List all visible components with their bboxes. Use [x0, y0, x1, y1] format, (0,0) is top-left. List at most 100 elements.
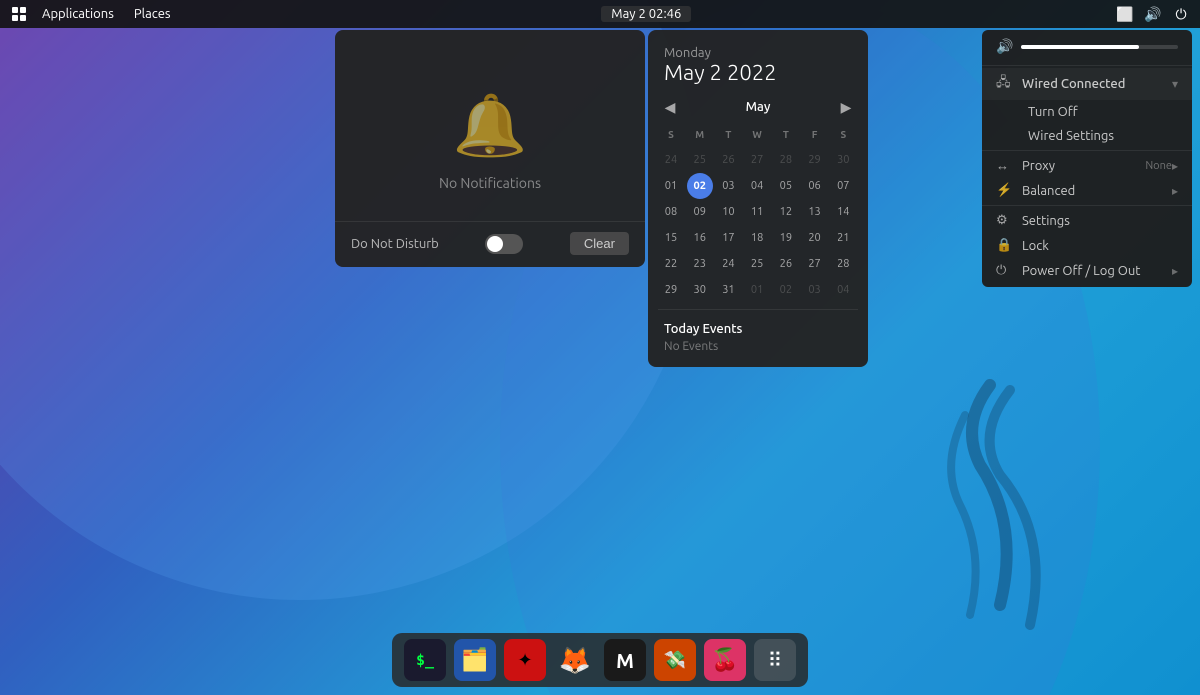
cal-cell[interactable]: 17: [715, 225, 741, 251]
turn-off-label: Turn Off: [1022, 105, 1178, 119]
taskbar-hex-editor[interactable]: ✦: [504, 639, 546, 681]
clock-display[interactable]: May 2 02:46: [601, 6, 691, 22]
cal-cell[interactable]: 04: [744, 173, 770, 199]
settings-item[interactable]: ⚙ Settings: [982, 208, 1192, 233]
cal-header-sat: S: [830, 121, 856, 147]
sys-divider-1: [982, 65, 1192, 66]
cal-cell[interactable]: 28: [773, 147, 799, 173]
cal-cell[interactable]: 27: [802, 251, 828, 277]
activities-button[interactable]: [8, 3, 30, 25]
cal-cell[interactable]: 23: [687, 251, 713, 277]
wired-settings-label: Wired Settings: [1022, 129, 1178, 143]
cal-cell[interactable]: 05: [773, 173, 799, 199]
applications-menu[interactable]: Applications: [34, 5, 122, 23]
proxy-item[interactable]: ↔ Proxy None ▸: [982, 153, 1192, 178]
taskbar-mailspring[interactable]: M: [604, 639, 646, 681]
cal-header-sun: S: [658, 121, 684, 147]
cal-cell[interactable]: 01: [658, 173, 684, 199]
balanced-item[interactable]: ⚡ Balanced ▸: [982, 178, 1192, 203]
balanced-arrow: ▸: [1172, 184, 1178, 198]
cal-cell[interactable]: 24: [658, 147, 684, 173]
cal-cell[interactable]: 20: [802, 225, 828, 251]
firefox-icon: 🦊: [559, 645, 591, 676]
places-menu[interactable]: Places: [126, 5, 179, 23]
power-arrow: ▸: [1172, 264, 1178, 278]
cal-cell[interactable]: 28: [830, 251, 856, 277]
cal-cell[interactable]: 15: [658, 225, 684, 251]
cal-cell-today[interactable]: 02: [687, 173, 713, 199]
cal-cell[interactable]: 27: [744, 147, 770, 173]
taskbar-files[interactable]: 🗂️: [454, 639, 496, 681]
cal-cell[interactable]: 08: [658, 199, 684, 225]
power-off-icon: ⏻: [996, 263, 1016, 278]
cal-week-1: 01 02 03 04 05 06 07: [658, 173, 858, 199]
volume-icon[interactable]: 🔊: [1142, 3, 1164, 25]
cal-cell[interactable]: 26: [773, 251, 799, 277]
cal-cell[interactable]: 25: [687, 147, 713, 173]
budget-icon: 💸: [664, 650, 686, 671]
cal-next-button[interactable]: ▶: [836, 97, 856, 117]
cal-cell[interactable]: 29: [658, 277, 684, 303]
cal-header-thu: T: [773, 121, 799, 147]
dnd-toggle[interactable]: [485, 234, 523, 254]
cal-cell[interactable]: 13: [802, 199, 828, 225]
topbar-right: ⬜ 🔊 ⏻: [1114, 3, 1192, 25]
taskbar-budget[interactable]: 💸: [654, 639, 696, 681]
terminal-label: $_: [416, 651, 434, 669]
taskbar-app-grid[interactable]: ⠿: [754, 639, 796, 681]
clear-button[interactable]: Clear: [570, 232, 629, 255]
cal-cell[interactable]: 25: [744, 251, 770, 277]
cal-header-wed: W: [744, 121, 770, 147]
cal-prev-button[interactable]: ◀: [660, 97, 680, 117]
taskbar-firefox[interactable]: 🦊: [554, 639, 596, 681]
cal-header-tue: T: [715, 121, 741, 147]
power-icon[interactable]: ⏻: [1170, 3, 1192, 25]
cal-cell[interactable]: 06: [802, 173, 828, 199]
cal-cell[interactable]: 02: [773, 277, 799, 303]
cal-cell[interactable]: 10: [715, 199, 741, 225]
cal-header-fri: F: [802, 121, 828, 147]
cal-cell[interactable]: 12: [773, 199, 799, 225]
settings-label: Settings: [1016, 214, 1178, 228]
cal-cell[interactable]: 29: [802, 147, 828, 173]
cal-cell[interactable]: 30: [687, 277, 713, 303]
topbar-left: Applications Places: [8, 3, 179, 25]
cal-cell[interactable]: 21: [830, 225, 856, 251]
sys-divider-2: [982, 150, 1192, 151]
cal-cell[interactable]: 03: [802, 277, 828, 303]
taskbar-cherry[interactable]: 🍒: [704, 639, 746, 681]
notif-footer: Do Not Disturb Clear: [335, 221, 645, 267]
files-icon: 🗂️: [461, 647, 488, 673]
balanced-icon: ⚡: [996, 183, 1016, 198]
power-item[interactable]: ⏻ Power Off / Log Out ▸: [982, 258, 1192, 283]
cal-cell[interactable]: 07: [830, 173, 856, 199]
turn-off-item[interactable]: Turn Off: [982, 100, 1192, 124]
wired-connected-item[interactable]: 🖧 Wired Connected ▾: [982, 68, 1192, 100]
cal-cell[interactable]: 24: [715, 251, 741, 277]
cal-cell[interactable]: 30: [830, 147, 856, 173]
cal-cell[interactable]: 31: [715, 277, 741, 303]
mail-icon: M: [616, 649, 634, 672]
wired-settings-item[interactable]: Wired Settings: [982, 124, 1192, 148]
cal-cell[interactable]: 14: [830, 199, 856, 225]
cal-cell[interactable]: 09: [687, 199, 713, 225]
window-mode-icon[interactable]: ⬜: [1114, 3, 1136, 25]
cal-date: May 2 2022: [664, 60, 852, 85]
cal-cell[interactable]: 03: [715, 173, 741, 199]
sys-tray-panel: 🔊 🖧 Wired Connected ▾ Turn Off Wired Set…: [982, 30, 1192, 287]
cal-cell[interactable]: 01: [744, 277, 770, 303]
cal-header: Monday May 2 2022: [648, 30, 868, 93]
cal-header-row: S M T W T F S: [658, 121, 858, 147]
cal-cell[interactable]: 04: [830, 277, 856, 303]
cal-cell[interactable]: 18: [744, 225, 770, 251]
cal-today-label: Today Events: [664, 322, 852, 336]
cal-cell[interactable]: 11: [744, 199, 770, 225]
cal-cell[interactable]: 16: [687, 225, 713, 251]
volume-fill: [1021, 45, 1138, 49]
volume-slider[interactable]: [1021, 45, 1178, 49]
cal-cell[interactable]: 19: [773, 225, 799, 251]
lock-item[interactable]: 🔒 Lock: [982, 233, 1192, 258]
cal-cell[interactable]: 26: [715, 147, 741, 173]
taskbar-terminal[interactable]: $_: [404, 639, 446, 681]
cal-cell[interactable]: 22: [658, 251, 684, 277]
